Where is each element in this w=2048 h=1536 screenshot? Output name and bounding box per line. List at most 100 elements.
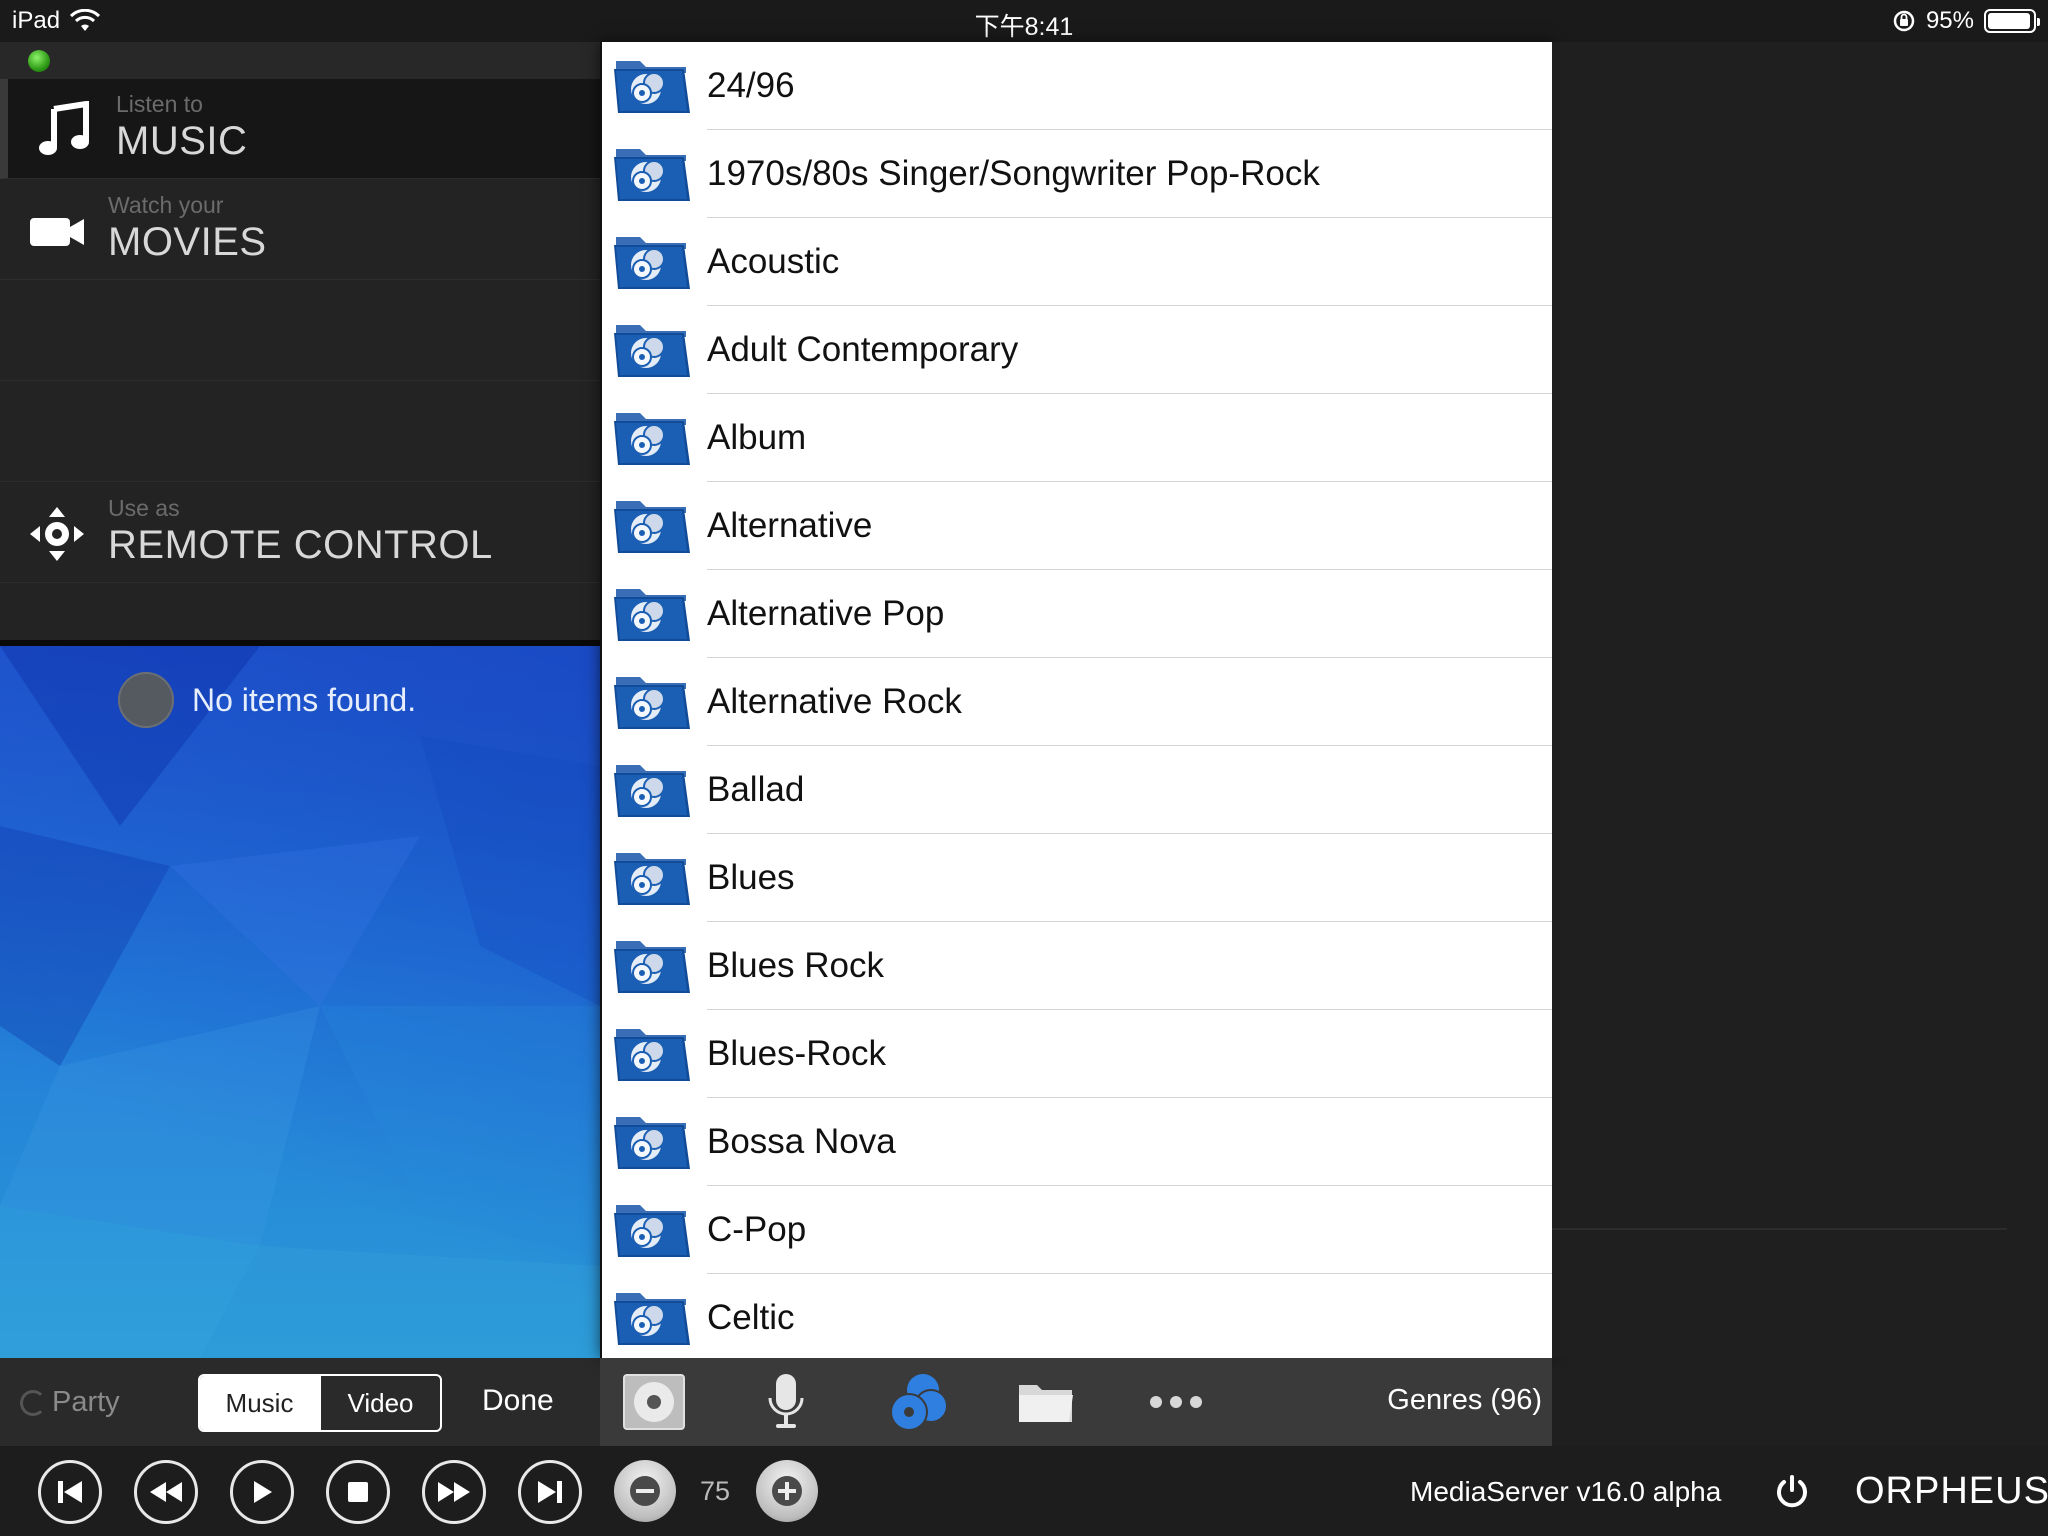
list-item[interactable]: Bossa Nova [602,1098,1552,1186]
plus-icon [772,1476,802,1506]
skip-previous-icon [58,1481,82,1503]
list-item[interactable]: Alternative Rock [602,658,1552,746]
stop-icon [348,1482,368,1502]
genre-folder-icon [614,1205,690,1257]
nav-item-music[interactable]: Listen to MUSIC [0,79,600,179]
list-item-label: Blues Rock [707,946,885,985]
microphone-icon[interactable] [754,1372,818,1432]
list-item-label: Alternative Pop [707,594,945,633]
list-item-label: 24/96 [707,66,795,105]
transport-bar: 75 MediaServer v16.0 alpha ORPHEUS [0,1446,2048,1536]
genre-folder-icon [614,501,690,553]
fast-forward-icon [438,1482,470,1502]
fast-forward-button[interactable] [422,1460,486,1524]
genre-list: 24/96 1970s/80s Singer/Songwriter Pop-Ro… [600,42,1552,1358]
connection-strip [0,42,600,79]
battery-icon [1984,9,2040,33]
list-item-label: 1970s/80s Singer/Songwriter Pop-Rock [707,154,1320,193]
list-item[interactable]: Blues-Rock [602,1010,1552,1098]
server-label[interactable]: MediaServer v16.0 alpha [1410,1476,1721,1508]
list-item-label: Acoustic [707,242,840,281]
rotation-lock-icon [1893,10,1915,32]
skip-next-icon [538,1481,562,1503]
list-item-label: Bossa Nova [707,1122,896,1161]
genre-folder-icon [614,941,690,993]
genres-icon[interactable] [884,1372,948,1432]
next-track-button[interactable] [518,1460,582,1524]
list-item[interactable]: 24/96 [602,42,1552,130]
list-item[interactable]: Adult Contemporary [602,306,1552,394]
party-toggle[interactable]: Party [20,1386,120,1419]
divider [1552,1228,2007,1230]
genre-folder-icon [614,325,690,377]
list-item-label: Album [707,418,807,457]
background-pattern [0,646,600,1358]
rewind-icon [150,1482,182,1502]
nav-empty-slot [0,382,600,482]
detail-area [1552,42,2048,1358]
volume-up-button[interactable] [756,1460,818,1522]
list-item-label: Celtic [707,1298,795,1337]
power-icon[interactable] [1772,1472,1812,1512]
genre-folder-icon [614,1029,690,1081]
folder-icon[interactable] [1014,1372,1078,1432]
party-spinner-icon [20,1389,46,1416]
previous-track-button[interactable] [38,1460,102,1524]
media-type-segmented-control: Music Video [198,1374,442,1432]
genre-folder-icon [614,765,690,817]
more-icon[interactable] [1144,1372,1208,1432]
nav-item-remote-caption: Use as [108,495,180,521]
battery-percent: 95% [1925,7,1974,34]
dpad-icon [30,507,84,561]
genre-folder-icon [614,1117,690,1169]
party-bar: Party Music Video Done [0,1358,600,1446]
stop-button[interactable] [326,1460,390,1524]
rewind-button[interactable] [134,1460,198,1524]
party-label: Party [52,1386,120,1418]
list-item[interactable]: Alternative Pop [602,570,1552,658]
genre-folder-icon [614,589,690,641]
nav-item-music-label: MUSIC [116,119,248,163]
status-bar: iPad 下午8:41 95% [0,0,2048,42]
clock: 下午8:41 [974,13,1074,41]
browse-toolbar: Genres (96) [600,1358,1552,1446]
nav-item-movies-label: MOVIES [108,220,267,264]
list-item[interactable]: Album [602,394,1552,482]
genre-folder-icon [614,413,690,465]
play-icon [254,1481,272,1503]
album-icon[interactable] [622,1372,686,1432]
list-item[interactable]: Celtic [602,1274,1552,1358]
done-button[interactable]: Done [482,1384,554,1418]
party-playlist-area: No items found. [0,640,600,1358]
list-item[interactable]: 1970s/80s Singer/Songwriter Pop-Rock [602,130,1552,218]
volume-down-button[interactable] [614,1460,676,1522]
minus-icon [630,1476,660,1506]
list-item[interactable]: Blues [602,834,1552,922]
list-item[interactable]: Alternative [602,482,1552,570]
play-button[interactable] [230,1460,294,1524]
genre-folder-icon [614,237,690,289]
nav-item-movies[interactable]: Watch your MOVIES [0,180,600,280]
nav-item-music-caption: Listen to [116,91,203,117]
volume-level: 75 [700,1476,731,1506]
list-item[interactable]: Acoustic [602,218,1552,306]
empty-state-icon [118,672,174,728]
genre-folder-icon [614,677,690,729]
genre-folder-icon [614,149,690,201]
segment-music[interactable]: Music [200,1376,319,1430]
connection-led-icon [28,50,50,72]
nav-item-remote-control[interactable]: Use as REMOTE CONTROL [0,483,600,583]
brand-logo: ORPHEUS [1855,1470,2048,1512]
empty-state-text: No items found. [192,681,417,718]
genre-folder-icon [614,853,690,905]
list-item[interactable]: C-Pop [602,1186,1552,1274]
list-item-label: Adult Contemporary [707,330,1019,369]
nav-item-remote-label: REMOTE CONTROL [108,523,493,567]
music-note-icon [39,101,89,155]
segment-video[interactable]: Video [319,1376,440,1430]
list-item[interactable]: Ballad [602,746,1552,834]
list-item-label: Blues-Rock [707,1034,886,1073]
list-item[interactable]: Blues Rock [602,922,1552,1010]
list-item-label: Alternative Rock [707,682,962,721]
list-item-label: Ballad [707,770,805,809]
